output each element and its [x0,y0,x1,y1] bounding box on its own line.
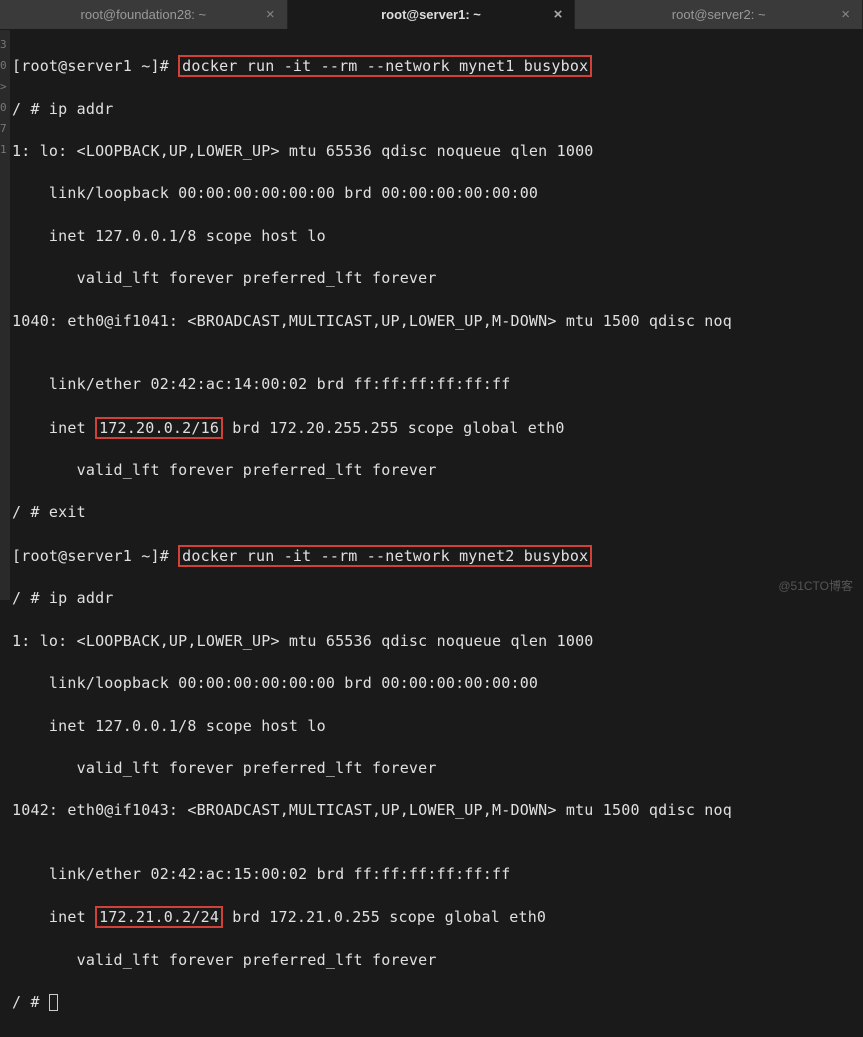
output-line: valid_lft forever preferred_lft forever [12,758,857,779]
output-line: 1040: eth0@if1041: <BROADCAST,MULTICAST,… [12,311,857,332]
output-line: inet 127.0.0.1/8 scope host lo [12,226,857,247]
highlight-ip-1: 172.20.0.2/16 [95,417,223,439]
output-line: link/loopback 00:00:00:00:00:00 brd 00:0… [12,673,857,694]
highlight-ip-2: 172.21.0.2/24 [95,906,223,928]
output-line: inet 127.0.0.1/8 scope host lo [12,716,857,737]
tab-foundation28[interactable]: root@foundation28: ~ × [0,0,288,29]
output-line: / # ip addr [12,588,857,609]
output-line: 1: lo: <LOOPBACK,UP,LOWER_UP> mtu 65536 … [12,631,857,652]
tab-label: root@server1: ~ [381,7,481,22]
close-icon[interactable]: × [554,6,563,23]
tab-server2[interactable]: root@server2: ~ × [575,0,863,29]
output-line: valid_lft forever preferred_lft forever [12,268,857,289]
output-line: / # ip addr [12,99,857,120]
highlight-command-1: docker run -it --rm --network mynet1 bus… [178,55,592,77]
output-line: 1042: eth0@if1043: <BROADCAST,MULTICAST,… [12,800,857,821]
tab-label: root@foundation28: ~ [81,7,207,22]
output-line: link/ether 02:42:ac:15:00:02 brd ff:ff:f… [12,864,857,885]
gutter-strip: 30>071 [0,30,10,600]
output-line: 1: lo: <LOOPBACK,UP,LOWER_UP> mtu 65536 … [12,141,857,162]
prompt-line: [root@server1 ~]# docker run -it --rm --… [12,545,857,567]
output-line: link/loopback 00:00:00:00:00:00 brd 00:0… [12,183,857,204]
tab-server1[interactable]: root@server1: ~ × [288,0,576,29]
tab-label: root@server2: ~ [672,7,766,22]
output-line: link/ether 02:42:ac:14:00:02 brd ff:ff:f… [12,374,857,395]
output-line: inet 172.21.0.2/24 brd 172.21.0.255 scop… [12,906,857,928]
output-line: / # exit [12,502,857,523]
output-line: valid_lft forever preferred_lft forever [12,460,857,481]
close-icon[interactable]: × [841,6,850,23]
terminal-output[interactable]: [root@server1 ~]# docker run -it --rm --… [0,30,863,1037]
output-line: valid_lft forever preferred_lft forever [12,950,857,971]
prompt-line: / # [12,992,857,1013]
watermark: @51CTO博客 [778,577,853,594]
tab-bar: root@foundation28: ~ × root@server1: ~ ×… [0,0,863,30]
cursor-icon [49,994,58,1011]
highlight-command-2: docker run -it --rm --network mynet2 bus… [178,545,592,567]
prompt-line: [root@server1 ~]# docker run -it --rm --… [12,55,857,77]
output-line: inet 172.20.0.2/16 brd 172.20.255.255 sc… [12,417,857,439]
close-icon[interactable]: × [266,6,275,23]
